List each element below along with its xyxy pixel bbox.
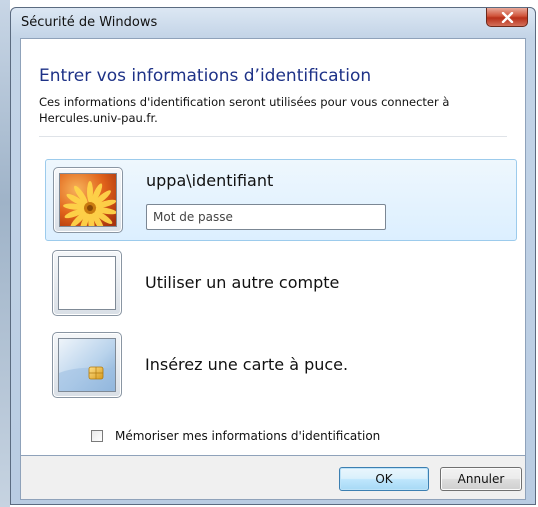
remember-credentials-row[interactable]: Mémoriser mes informations d'identificat… bbox=[91, 429, 380, 443]
close-button[interactable] bbox=[486, 8, 528, 27]
flower-user-icon bbox=[59, 173, 117, 227]
avatar bbox=[52, 332, 122, 398]
avatar bbox=[53, 167, 123, 233]
credential-username: uppa\identifiant bbox=[146, 171, 274, 190]
desktop-background bbox=[0, 0, 10, 507]
cancel-button[interactable]: Annuler bbox=[440, 467, 522, 491]
remember-checkbox[interactable] bbox=[91, 430, 103, 442]
other-account-label: Utiliser un autre compte bbox=[145, 273, 340, 292]
dialog-description: Ces informations d'identification seront… bbox=[39, 95, 450, 125]
ok-button[interactable]: OK bbox=[339, 467, 429, 491]
credential-tile-current-user[interactable]: uppa\identifiant bbox=[45, 159, 517, 241]
title-bar[interactable]: Sécurité de Windows bbox=[11, 8, 535, 38]
dialog-heading: Entrer vos informations d’identification bbox=[39, 66, 372, 86]
remember-label: Mémoriser mes informations d'identificat… bbox=[115, 429, 381, 443]
dialog-content: Entrer vos informations d’identification… bbox=[20, 38, 526, 456]
divider bbox=[39, 136, 507, 137]
credential-tile-smart-card[interactable]: Insérez une carte à puce. bbox=[45, 327, 517, 403]
smart-card-label: Insérez une carte à puce. bbox=[145, 355, 349, 374]
credential-dialog: Sécurité de Windows Entrer vos informati… bbox=[10, 7, 536, 505]
smart-card-icon bbox=[58, 338, 116, 392]
window-title: Sécurité de Windows bbox=[21, 15, 158, 30]
avatar bbox=[52, 250, 122, 316]
close-icon bbox=[501, 11, 513, 23]
blank-account-icon bbox=[58, 256, 116, 310]
button-bar: OK Annuler bbox=[20, 456, 526, 500]
password-input[interactable] bbox=[146, 204, 386, 230]
credential-tile-other-account[interactable]: Utiliser un autre compte bbox=[45, 245, 517, 321]
